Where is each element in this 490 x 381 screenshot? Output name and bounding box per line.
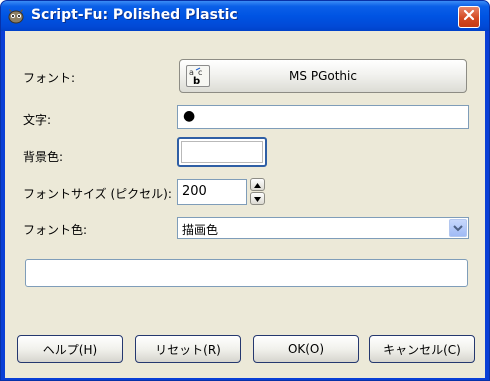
cancel-button[interactable]: キャンセル(C) (369, 335, 475, 363)
text-value: ● (183, 108, 196, 124)
text-label: 文字: (23, 113, 52, 127)
reset-button[interactable]: リセット(R) (135, 335, 241, 363)
fontsize-label: フォントサイズ (ピクセル): (23, 187, 172, 201)
spin-up-icon (254, 177, 261, 192)
background-color-swatch (181, 141, 263, 163)
background-color-button[interactable] (177, 137, 267, 167)
fontcolor-select[interactable]: 描画色 (177, 217, 469, 239)
help-button[interactable]: ヘルプ(H) (17, 335, 123, 363)
dialog-body: フォント: a c b MS PGothic 文字: ● 背景色: フォントサイ… (5, 31, 485, 378)
progress-bar (25, 259, 468, 287)
background-label: 背景色: (23, 150, 64, 164)
fontcolor-label: フォント色: (23, 223, 88, 237)
fontcolor-value: 描画色 (182, 223, 219, 237)
spin-down-icon (254, 191, 261, 206)
window-title: Script-Fu: Polished Plastic (31, 7, 238, 23)
spin-up-button[interactable] (250, 178, 265, 191)
fontsize-value: 200 (182, 184, 207, 199)
spin-down-button[interactable] (250, 192, 265, 205)
dialog-window: Script-Fu: Polished Plastic フォント: a c b … (0, 0, 490, 381)
text-input[interactable]: ● (177, 105, 469, 129)
gimp-icon (7, 8, 25, 24)
font-name: MS PGothic (289, 69, 357, 83)
font-label: フォント: (23, 71, 76, 85)
font-select-button[interactable]: a c b MS PGothic (179, 59, 467, 93)
fontsize-input[interactable]: 200 (177, 179, 247, 205)
close-icon (463, 9, 475, 25)
close-button[interactable] (458, 6, 480, 28)
chevron-down-icon[interactable] (449, 219, 467, 237)
ok-button[interactable]: OK(O) (253, 335, 359, 363)
title-bar[interactable]: Script-Fu: Polished Plastic (1, 1, 489, 31)
